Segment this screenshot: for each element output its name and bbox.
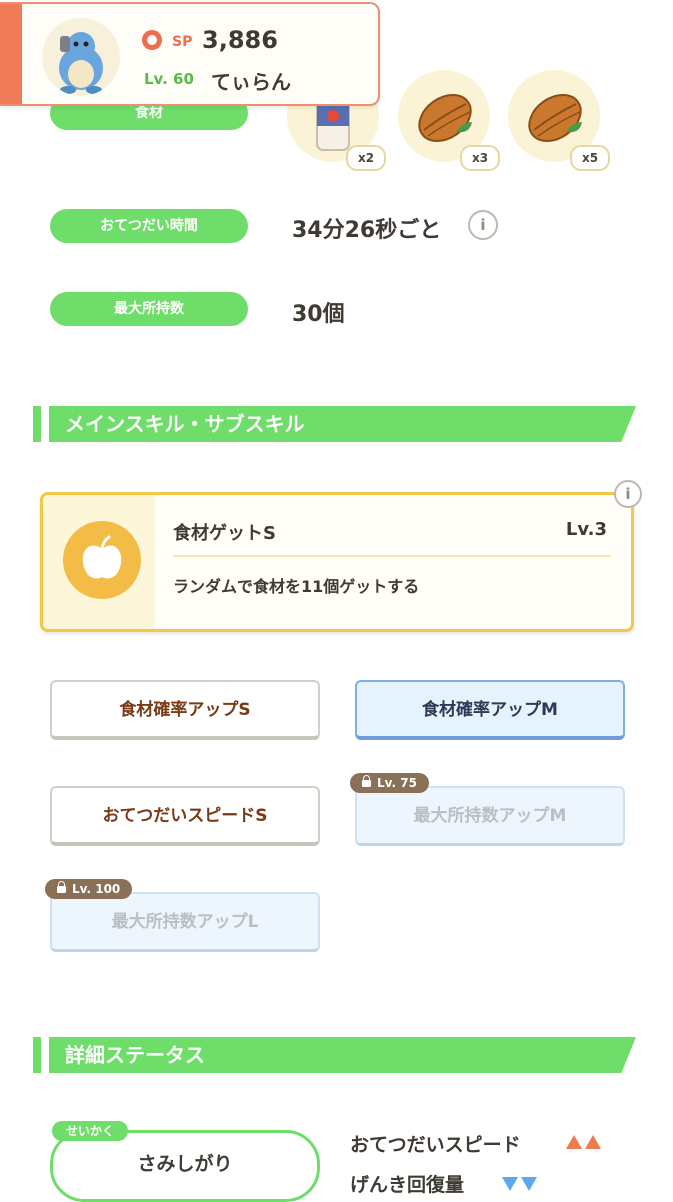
ingredient-3-count: x5: [570, 145, 611, 171]
help-time-label: おてつだい時間: [50, 209, 248, 243]
ingredient-2-count: x3: [460, 145, 501, 171]
double-down-arrow-icon: [502, 1176, 540, 1195]
ingredient-1-count: x2: [346, 145, 387, 171]
main-skill-divider: [173, 555, 611, 557]
cacao-icon: [418, 94, 472, 142]
lock-icon: [362, 775, 371, 787]
sub-skill-5-lock-badge: Lv. 100: [45, 879, 133, 899]
main-skill-info-icon[interactable]: i: [614, 480, 642, 508]
pokemon-avatar: [42, 18, 120, 96]
details-banner-accent: [33, 1037, 41, 1073]
main-skill-card[interactable]: 食材ゲットS Lv.3 ランダムで食材を11個ゲットする: [40, 492, 634, 632]
help-time-value: 34分26秒ごと: [292, 218, 442, 243]
nature-tag: せいかく: [52, 1121, 129, 1141]
sp-label: SP: [172, 34, 193, 50]
pokemon-nickname: てぃらん: [211, 70, 291, 94]
pokemon-level: Lv. 60: [144, 70, 194, 88]
main-skill-level: Lv.3: [565, 519, 607, 540]
sub-skill-5-unlock-level: Lv. 100: [72, 882, 121, 896]
nature-effect-down-label: げんき回復量: [350, 1174, 465, 1196]
help-time-info-icon[interactable]: i: [468, 210, 498, 240]
sp-ball-icon: [142, 30, 162, 50]
sub-skill-4-unlock-level: Lv. 75: [377, 776, 417, 790]
main-skill-description: ランダムで食材を11個ゲットする: [173, 577, 420, 596]
details-section-title: 詳細ステータス: [49, 1037, 636, 1073]
main-skill-name: 食材ゲットS: [173, 523, 276, 544]
pokemon-portrait-icon: [59, 32, 103, 94]
sub-skill-4-lock-badge: Lv. 75: [350, 773, 429, 793]
main-skill-badge: [63, 521, 141, 599]
skills-section-title: メインスキル・サブスキル: [49, 406, 636, 442]
sp-value: 3,886: [202, 26, 278, 54]
cacao-icon: [528, 94, 582, 142]
double-up-arrow-icon: [566, 1134, 604, 1153]
header-accent-stripe: [0, 4, 22, 104]
sub-skill-1[interactable]: 食材確率アップS: [50, 680, 320, 740]
sub-skill-5-locked[interactable]: 最大所持数アップL: [50, 892, 320, 952]
sub-skill-4-locked[interactable]: 最大所持数アップM: [355, 786, 625, 846]
sub-skill-2[interactable]: 食材確率アップM: [355, 680, 625, 740]
skills-banner-accent: [33, 406, 41, 442]
sub-skill-3[interactable]: おてつだいスピードS: [50, 786, 320, 846]
max-carry-label: 最大所持数: [50, 292, 248, 326]
main-skill-icon-panel: [43, 495, 155, 629]
pokemon-header-card[interactable]: SP 3,886 Lv. 60 てぃらん: [0, 2, 380, 106]
lock-icon: [57, 881, 66, 893]
nature-effect-up-label: おてつだいスピード: [350, 1134, 521, 1156]
max-carry-value: 30個: [292, 302, 345, 327]
apple-icon: [82, 535, 122, 579]
